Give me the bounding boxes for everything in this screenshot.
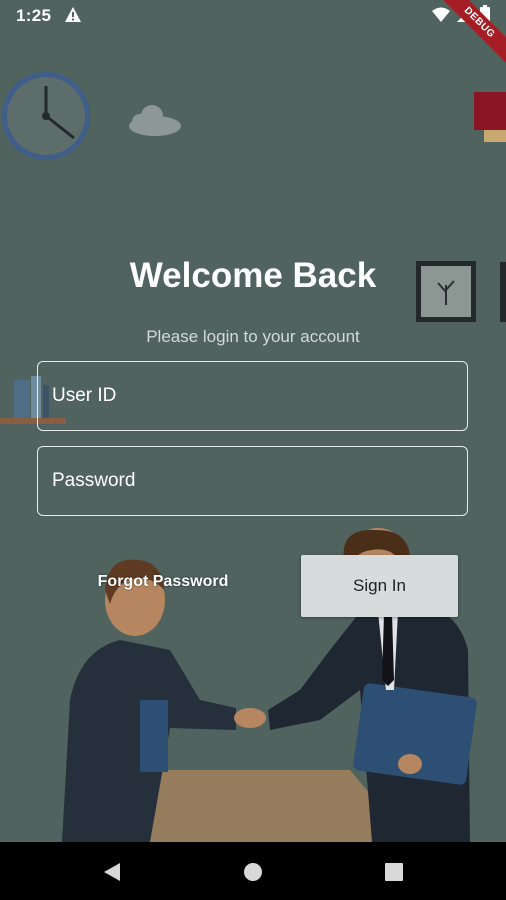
page-subtitle: Please login to your account bbox=[146, 327, 360, 346]
warning-icon bbox=[65, 7, 81, 22]
wall-clock-icon bbox=[2, 72, 90, 160]
wifi-icon bbox=[432, 7, 450, 22]
forgot-password-link[interactable]: Forgot Password bbox=[86, 573, 240, 591]
page-title: Welcome Back bbox=[129, 256, 377, 295]
password-input[interactable] bbox=[37, 446, 468, 516]
recents-icon[interactable] bbox=[382, 860, 406, 884]
status-bar: 1:25 bbox=[0, 0, 506, 30]
home-icon[interactable] bbox=[241, 860, 265, 884]
login-screen: 1:25 DEBUG Welcome Back Please login to … bbox=[0, 0, 506, 900]
status-time: 1:25 bbox=[16, 6, 52, 25]
cloud-icon bbox=[129, 105, 181, 136]
back-icon[interactable] bbox=[100, 860, 124, 884]
user-id-input[interactable] bbox=[37, 361, 468, 431]
sign-in-button[interactable]: Sign In bbox=[301, 555, 458, 617]
navigation-bar bbox=[0, 842, 506, 900]
lamp-icon bbox=[474, 92, 506, 142]
